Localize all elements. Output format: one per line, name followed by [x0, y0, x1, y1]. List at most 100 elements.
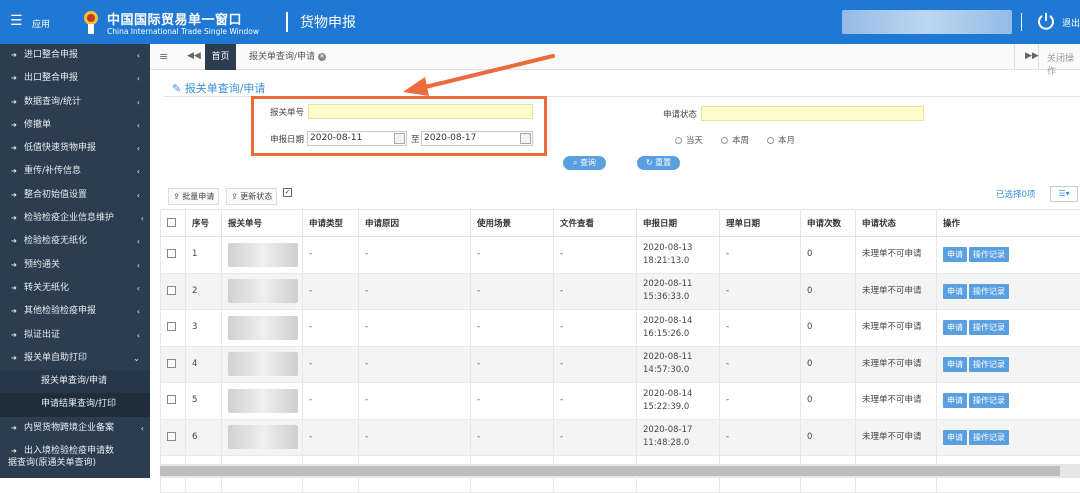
user-info-redacted	[842, 10, 1012, 34]
checkbox-icon[interactable]	[167, 395, 176, 404]
query-button[interactable]: ⌕ 查询	[563, 156, 606, 170]
radio-today[interactable]: 当天	[675, 134, 703, 146]
close-operations-button[interactable]: 关闭操作	[1047, 51, 1080, 77]
col-header: 申请原因	[359, 210, 471, 237]
tab-current[interactable]: 报关单查询/申请✕	[243, 44, 332, 70]
sidebar-item[interactable]: ➜数据查询/统计‹	[0, 91, 150, 114]
decl-no-redacted	[222, 310, 303, 347]
log-button[interactable]: 操作记录	[969, 393, 1009, 408]
reset-button[interactable]: ↻ 重置	[637, 156, 680, 170]
status-select[interactable]	[701, 106, 924, 121]
sidebar-item[interactable]: ➜重传/补传信息‹	[0, 160, 150, 183]
upload-icon: ⇪	[231, 192, 238, 201]
sidebar-item[interactable]: ➜内贸货物跨境企业备案‹	[0, 417, 150, 440]
row-select[interactable]	[161, 383, 186, 420]
chevron-left-icon: ‹	[137, 324, 140, 347]
checkbox-icon[interactable]	[167, 359, 176, 368]
app-menu-label[interactable]: 应用	[32, 17, 50, 30]
chevron-left-icon: ‹	[137, 277, 140, 300]
radio-week[interactable]: 本周	[721, 134, 749, 146]
double-left-arrow-icon[interactable]: ◀◀	[187, 51, 201, 61]
update-status-checkbox[interactable]: ✓	[283, 188, 292, 197]
chevron-left-icon: ‹	[137, 114, 140, 137]
sidebar-item[interactable]: ➜进口整合申报‹	[0, 44, 150, 67]
enter-icon: ➜	[11, 160, 17, 183]
enter-icon: ➜	[11, 114, 17, 137]
update-status-button[interactable]: ⇪ 更新状态	[226, 188, 277, 205]
close-icon[interactable]: ✕	[318, 53, 326, 61]
sidebar-item[interactable]: ➜检验检疫企业信息维护‹	[0, 207, 150, 230]
sidebar-item[interactable]: ➜检验检疫无纸化‹	[0, 230, 150, 253]
scrollbar-thumb[interactable]	[160, 466, 1060, 476]
log-button[interactable]: 操作记录	[969, 357, 1009, 372]
double-right-arrow-icon[interactable]: ▶▶	[1025, 51, 1039, 61]
checkbox-icon[interactable]	[167, 286, 176, 295]
enter-icon: ➜	[11, 67, 17, 90]
table-row: 6----2020-08-17 11:48:28.0-0未理单不可申请申请操作记…	[161, 419, 1080, 456]
power-icon[interactable]	[1037, 12, 1055, 30]
select-all[interactable]	[161, 210, 186, 237]
table-row: 3----2020-08-14 16:15:26.0-0未理单不可申请申请操作记…	[161, 310, 1080, 347]
checkbox-icon[interactable]	[167, 249, 176, 258]
enter-icon: ➜	[11, 184, 17, 207]
apply-button[interactable]: 申请	[943, 320, 967, 335]
hamburger-icon[interactable]: ☰	[10, 13, 23, 29]
apply-button[interactable]: 申请	[943, 430, 967, 445]
chevron-left-icon: ‹	[137, 300, 140, 323]
apply-button[interactable]: 申请	[943, 393, 967, 408]
tab-home[interactable]: 首页	[205, 44, 236, 70]
decl-no-redacted	[222, 419, 303, 456]
sidebar-item-self-print[interactable]: ➜报关单自助打印⌄	[0, 347, 150, 370]
decl-no-redacted	[222, 383, 303, 420]
brand-subtitle: China International Trade Single Window	[107, 27, 259, 36]
row-select[interactable]	[161, 237, 186, 274]
logout-link[interactable]: 退出	[1062, 16, 1080, 29]
radio-icon	[675, 137, 682, 144]
batch-apply-button[interactable]: ⇪ 批量申请	[168, 188, 219, 205]
checkbox-icon[interactable]	[167, 322, 176, 331]
sidebar-item[interactable]: ➜其他检验检疫申报‹	[0, 300, 150, 323]
row-select[interactable]	[161, 273, 186, 310]
log-button[interactable]: 操作记录	[969, 284, 1009, 299]
header-divider	[286, 12, 288, 32]
sidebar-item[interactable]: ➜预约通关‹	[0, 254, 150, 277]
sidebar-item[interactable]: ➜拟证出证‹	[0, 324, 150, 347]
checkbox-icon[interactable]	[167, 218, 176, 227]
sidebar-item[interactable]: ➜出入境检验检疫申请数据查询(原通关单查询)	[0, 440, 150, 474]
radio-icon	[767, 137, 774, 144]
checkbox-icon[interactable]	[167, 432, 176, 441]
enter-icon: ➜	[11, 254, 17, 277]
row-select[interactable]	[161, 419, 186, 456]
tab-bar: ≡ ◀◀ 首页 报关单查询/申请✕ ▶▶ 关闭操作	[150, 44, 1080, 70]
log-button[interactable]: 操作记录	[969, 247, 1009, 262]
panel-title: ✎ 报关单查询/申请	[172, 80, 265, 96]
apply-button[interactable]: 申请	[943, 357, 967, 372]
sidebar-item[interactable]: ➜出口整合申报‹	[0, 67, 150, 90]
column-toggle-button[interactable]: ☰▾	[1050, 186, 1078, 202]
sidebar-item[interactable]: ➜整合初始值设置‹	[0, 184, 150, 207]
row-select[interactable]	[161, 346, 186, 383]
log-button[interactable]: 操作记录	[969, 320, 1009, 335]
sidebar-subitem-result[interactable]: 申请结果查询/打印	[0, 393, 150, 416]
radio-month[interactable]: 本月	[767, 134, 795, 146]
upload-icon: ⇪	[173, 192, 180, 201]
apply-button[interactable]: 申请	[943, 284, 967, 299]
list-icon: ☰▾	[1058, 189, 1069, 198]
menu-icon[interactable]: ≡	[159, 50, 168, 63]
single-window-logo	[80, 9, 102, 35]
enter-icon: ➜	[11, 207, 17, 230]
chevron-left-icon: ‹	[141, 207, 144, 230]
sidebar-item[interactable]: ➜低值快速货物申报‹	[0, 137, 150, 160]
sidebar-item[interactable]: ➜修撤单‹	[0, 114, 150, 137]
col-header: 申请状态	[856, 210, 937, 237]
chevron-left-icon: ‹	[137, 230, 140, 253]
sidebar-subitem-query[interactable]: 报关单查询/申请	[0, 370, 150, 393]
apply-button[interactable]: 申请	[943, 247, 967, 262]
header-divider	[1021, 13, 1022, 31]
radio-icon	[721, 137, 728, 144]
log-button[interactable]: 操作记录	[969, 430, 1009, 445]
table-row: 2----2020-08-11 15:36:33.0-0未理单不可申请申请操作记…	[161, 273, 1080, 310]
annotation-arrow-icon	[395, 50, 565, 100]
row-select[interactable]	[161, 310, 186, 347]
sidebar-item[interactable]: ➜转关无纸化‹	[0, 277, 150, 300]
